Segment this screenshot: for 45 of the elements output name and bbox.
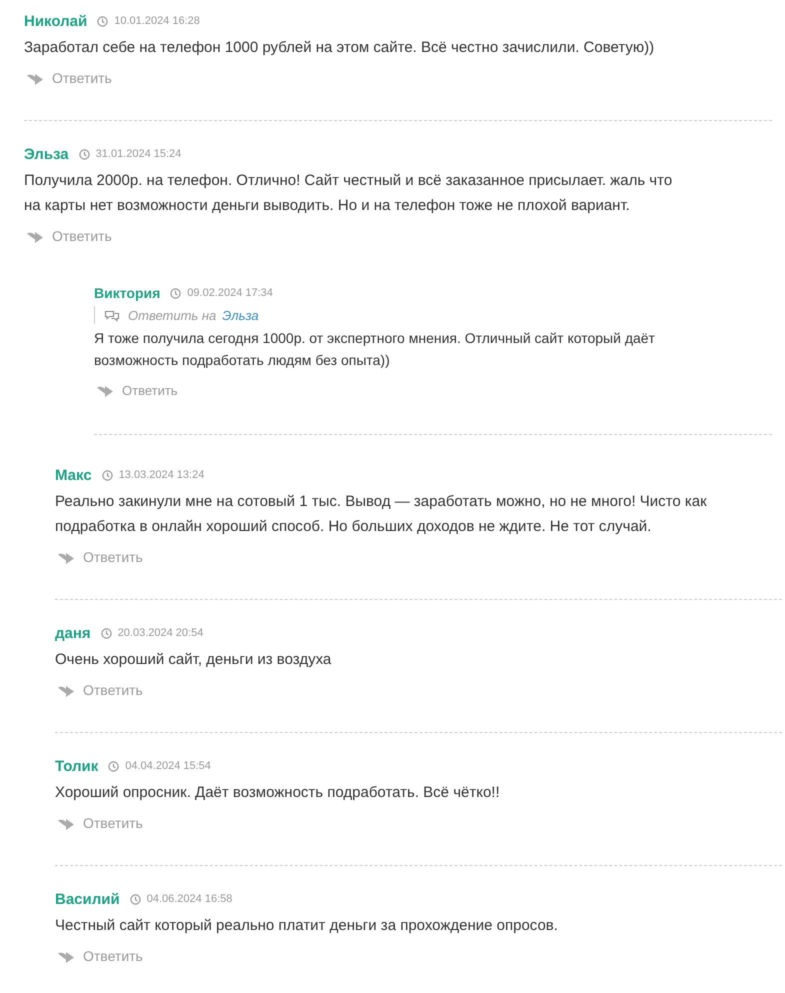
comment-text: Получила 2000р. на телефон. Отлично! Сайт честный и всё заказанное присылает. жаль что на карты нет возможности деньги выводить. Но и на телефон тоже не плохой вариант. bbox=[24, 171, 674, 216]
comment-date: 04.04.2024 15:54 bbox=[125, 760, 211, 772]
curved-arrow-icon bbox=[57, 550, 75, 564]
author-name: Николай bbox=[24, 12, 88, 30]
author-name: Виктория bbox=[94, 285, 160, 301]
reply-link[interactable]: Ответить bbox=[122, 382, 178, 398]
comment-text: Я тоже получила сегодня 1000р. от экспертного мнения. Отличный сайт который даёт возможность подработать людям без опыта)) bbox=[94, 329, 656, 370]
curved-arrow-icon bbox=[57, 684, 75, 696]
reply-link[interactable]: Ответить bbox=[52, 70, 112, 86]
author-name: Василий bbox=[55, 890, 120, 908]
comment-date: 20.03.2024 20:54 bbox=[118, 627, 204, 639]
reply-link[interactable]: Ответить bbox=[52, 228, 112, 244]
comment-text: Хороший опросник. Даёт возможность подработать. Всё чётко!! bbox=[55, 783, 501, 803]
comment-text: Очень хороший сайт, деньги из воздуха bbox=[55, 650, 332, 670]
reply-link[interactable]: Ответить bbox=[83, 682, 143, 698]
reply-to-label: Ответить на bbox=[128, 308, 216, 322]
curved-arrow-icon bbox=[57, 816, 75, 830]
comment-date: 09.02.2024 17:34 bbox=[187, 287, 273, 299]
reply-link[interactable]: Ответить bbox=[83, 815, 143, 831]
comment-date: 10.01.2024 16:28 bbox=[114, 15, 200, 27]
comment-text: Заработал себе на телефон 1000 рублей на этом сайте. Всё честно зачислили. Советую)) bbox=[24, 38, 656, 58]
curved-arrow-icon bbox=[96, 384, 114, 396]
clock-icon bbox=[78, 148, 90, 160]
reply-to-link[interactable]: Эльза bbox=[222, 308, 259, 322]
chat-icon bbox=[104, 308, 120, 322]
clock-icon bbox=[170, 288, 182, 298]
clock-icon bbox=[100, 628, 112, 638]
comment-date: 13.03.2024 13:24 bbox=[118, 469, 204, 481]
clock-icon bbox=[97, 16, 108, 26]
clock-icon bbox=[102, 470, 113, 480]
author-name: Толик bbox=[55, 758, 98, 774]
author-name: даня bbox=[55, 624, 91, 642]
curved-arrow-icon bbox=[57, 950, 75, 962]
comment-text: Реально закинули мне на сотовый 1 тыс. Вывод — заработать можно, но не много! Чисто как подработка в онлайн хороший способ. Но больших доходов не ждите. Не тот случай. bbox=[55, 492, 708, 537]
clock-icon bbox=[108, 760, 120, 772]
comment-date: 04.06.2024 16:58 bbox=[146, 893, 232, 905]
reply-link[interactable]: Ответить bbox=[83, 549, 143, 565]
author-name: Эльза bbox=[24, 146, 69, 162]
reply-link[interactable]: Ответить bbox=[83, 948, 143, 964]
curved-arrow-icon bbox=[26, 230, 44, 242]
clock-icon bbox=[130, 894, 141, 904]
comment-text: Честный сайт который реально платит деньги за прохождение опросов. bbox=[55, 916, 559, 936]
comment-date: 31.01.2024 15:24 bbox=[96, 148, 182, 160]
author-name: Макс bbox=[55, 466, 92, 484]
curved-arrow-icon bbox=[26, 72, 44, 84]
